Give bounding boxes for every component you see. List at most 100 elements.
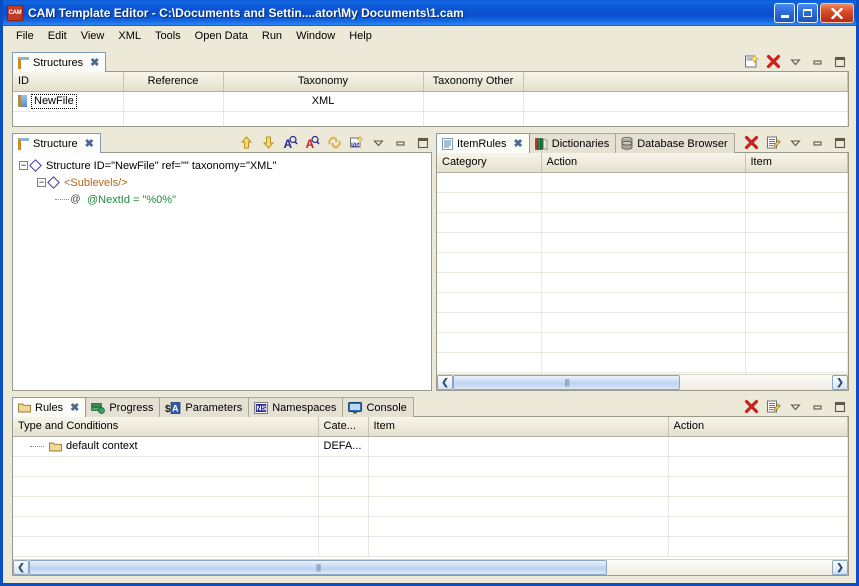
minimize-icon[interactable]: [809, 53, 825, 69]
close-icon[interactable]: ✖: [70, 401, 79, 414]
minimize-icon[interactable]: [392, 134, 408, 150]
cell-item[interactable]: [745, 272, 848, 293]
cell-category[interactable]: [318, 536, 369, 557]
new-structure-icon[interactable]: [743, 53, 759, 69]
close-button[interactable]: [820, 3, 854, 23]
collapse-icon[interactable]: −: [37, 178, 46, 187]
scroll-thumb[interactable]: ||||: [29, 560, 608, 575]
find-add-icon[interactable]: A: [282, 134, 298, 150]
column-header-action[interactable]: Action: [541, 153, 746, 173]
cell-action[interactable]: [541, 332, 746, 353]
rules-table-container[interactable]: Type and Conditions Cate... Item Action: [12, 417, 849, 576]
structure-tree-container[interactable]: − Structure ID="NewFile" ref="" taxonomy…: [12, 153, 432, 391]
cell-action[interactable]: [668, 436, 848, 457]
table-row[interactable]: [437, 272, 848, 293]
cell-category[interactable]: [437, 212, 542, 233]
cell-category[interactable]: [437, 312, 542, 333]
cell-action[interactable]: [541, 252, 746, 273]
cell-type-and-conditions[interactable]: [13, 516, 319, 537]
cell-action[interactable]: [541, 212, 746, 233]
table-row[interactable]: [13, 496, 848, 517]
menu-help[interactable]: Help: [342, 28, 379, 44]
menu-tools[interactable]: Tools: [148, 28, 188, 44]
cell-type-and-conditions[interactable]: [13, 476, 319, 497]
column-header-category[interactable]: Category: [437, 153, 542, 173]
menu-run[interactable]: Run: [255, 28, 289, 44]
table-row[interactable]: [437, 352, 848, 373]
tab-parameters[interactable]: $ A Parameters: [159, 397, 250, 417]
cell-action[interactable]: [541, 232, 746, 253]
cell-category[interactable]: [437, 292, 542, 313]
cell-item[interactable]: [745, 172, 848, 193]
cell-taxonomy-other[interactable]: [423, 91, 524, 112]
cell-action[interactable]: [541, 292, 746, 313]
column-header-taxonomy[interactable]: Taxonomy: [223, 72, 424, 92]
menu-xml[interactable]: XML: [111, 28, 148, 44]
cell-category[interactable]: [437, 352, 542, 373]
cell-category[interactable]: [437, 232, 542, 253]
tab-namespaces[interactable]: NS Namespaces: [248, 397, 344, 417]
structures-table-container[interactable]: ID Reference Taxonomy Taxonomy Other New…: [12, 72, 849, 127]
menu-open-data[interactable]: Open Data: [188, 28, 255, 44]
minimize-button[interactable]: [774, 3, 795, 23]
close-icon[interactable]: ✖: [85, 137, 94, 150]
cell-category[interactable]: [437, 252, 542, 273]
cell-reference[interactable]: [123, 111, 224, 126]
table-row[interactable]: [437, 332, 848, 353]
delete-icon[interactable]: [765, 53, 781, 69]
table-row[interactable]: [13, 476, 848, 497]
close-icon[interactable]: ✖: [514, 137, 523, 150]
table-row[interactable]: NewFile XML: [13, 91, 848, 112]
scroll-left-button[interactable]: ❮: [437, 375, 453, 390]
cell-category[interactable]: [318, 456, 369, 477]
cell-type-and-conditions[interactable]: [13, 536, 319, 557]
cell-blank[interactable]: [523, 111, 848, 126]
table-row[interactable]: [437, 172, 848, 193]
table-row[interactable]: [437, 252, 848, 273]
cell-category[interactable]: [437, 332, 542, 353]
cell-item[interactable]: [745, 352, 848, 373]
scroll-right-button[interactable]: ❯: [832, 560, 848, 575]
cell-item[interactable]: [745, 332, 848, 353]
cell-action[interactable]: [668, 476, 848, 497]
cell-taxonomy[interactable]: XML: [223, 91, 424, 112]
cell-type-and-conditions[interactable]: default context: [13, 436, 319, 457]
column-header-item[interactable]: Item: [368, 417, 669, 437]
cell-category[interactable]: DEFA...: [318, 436, 369, 457]
scroll-left-button[interactable]: ❮: [13, 560, 29, 575]
scroll-right-button[interactable]: ❯: [832, 375, 848, 390]
minimize-icon[interactable]: [809, 398, 825, 414]
cell-action[interactable]: [668, 516, 848, 537]
table-row[interactable]: [437, 192, 848, 213]
table-row[interactable]: [13, 536, 848, 557]
delete-icon[interactable]: [743, 398, 759, 414]
cell-action[interactable]: [668, 496, 848, 517]
cell-category[interactable]: [318, 496, 369, 517]
table-row[interactable]: [13, 456, 848, 477]
maximize-icon[interactable]: [831, 398, 847, 414]
find-remove-icon[interactable]: A: [304, 134, 320, 150]
view-menu-icon[interactable]: [787, 134, 803, 150]
close-icon[interactable]: ✖: [90, 56, 99, 69]
link-icon[interactable]: [326, 134, 342, 150]
cell-item[interactable]: [368, 516, 669, 537]
column-header-taxonomy-other[interactable]: Taxonomy Other: [423, 72, 524, 92]
itemrules-hscrollbar[interactable]: ❮ |||| ❯: [437, 374, 848, 390]
menu-edit[interactable]: Edit: [41, 28, 74, 44]
table-row[interactable]: [13, 111, 848, 126]
tab-rules[interactable]: Rules ✖: [12, 397, 87, 417]
cell-item[interactable]: [368, 436, 669, 457]
tree-node-structure[interactable]: − Structure ID="NewFile" ref="" taxonomy…: [19, 157, 431, 174]
cell-item[interactable]: [745, 292, 848, 313]
cell-action[interactable]: [668, 456, 848, 477]
scroll-track[interactable]: ||||: [29, 560, 832, 575]
cell-item[interactable]: [745, 252, 848, 273]
cell-action[interactable]: [541, 312, 746, 333]
scroll-track[interactable]: ||||: [453, 375, 832, 390]
cell-category[interactable]: [437, 172, 542, 193]
tab-progress[interactable]: Progress: [85, 397, 161, 417]
cell-item[interactable]: [745, 312, 848, 333]
cell-item[interactable]: [745, 212, 848, 233]
cell-item[interactable]: [745, 192, 848, 213]
tab-structure[interactable]: Structure ✖: [12, 133, 101, 153]
